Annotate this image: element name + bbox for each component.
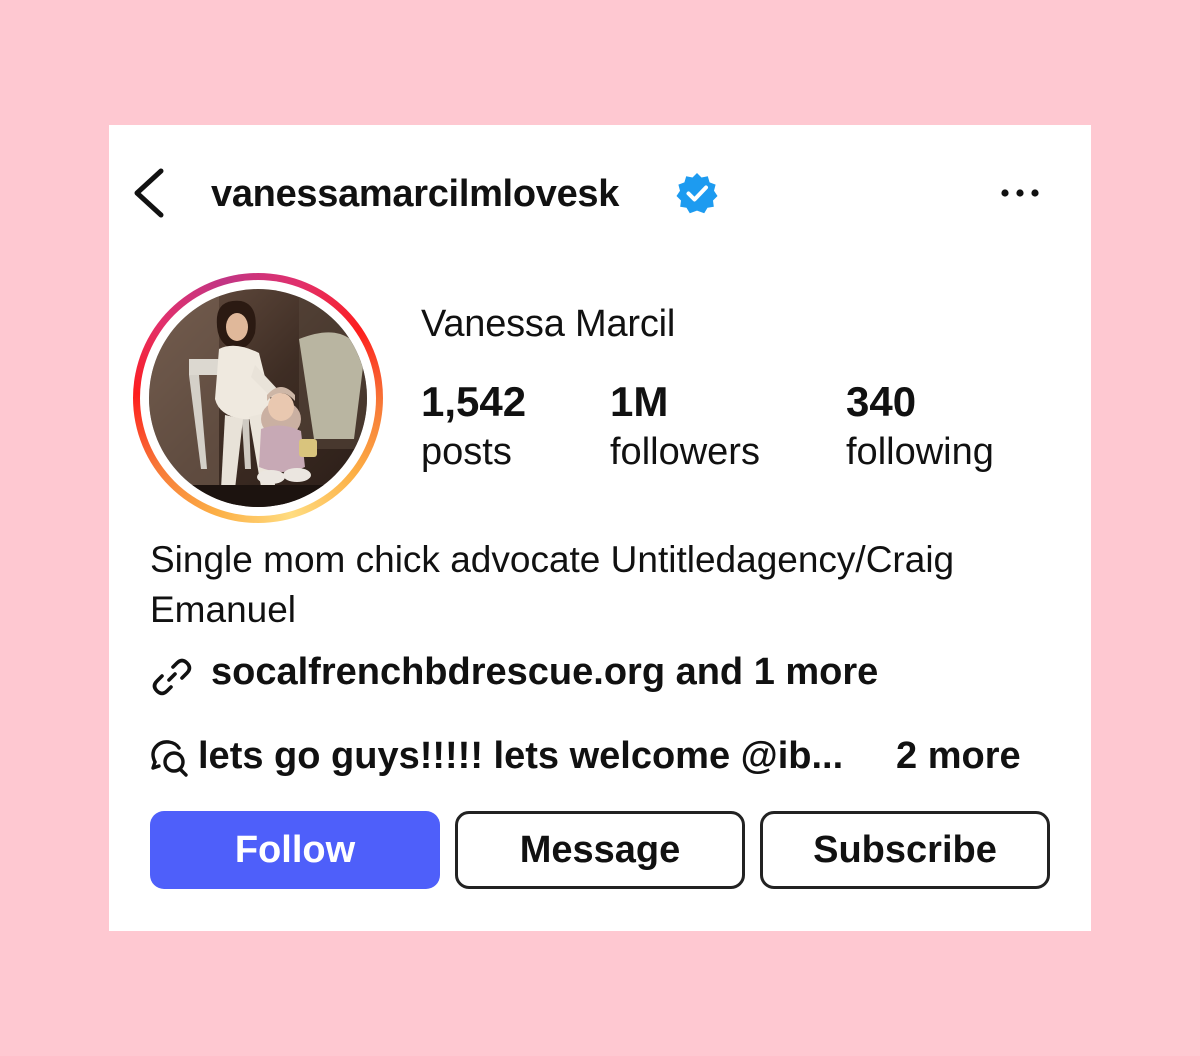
link-icon: [152, 658, 192, 696]
threads-more[interactable]: 2 more: [896, 731, 1021, 781]
display-name: Vanessa Marcil: [421, 303, 676, 345]
followers-count: 1M: [610, 378, 669, 425]
story-ring[interactable]: [133, 273, 383, 523]
verified-badge-icon: [676, 173, 718, 214]
following-label: following: [846, 431, 994, 473]
chevron-left-icon[interactable]: [129, 167, 169, 219]
follow-button[interactable]: Follow: [150, 811, 440, 889]
link-text[interactable]: socalfrenchbdrescue.org and 1 more: [211, 647, 878, 697]
profile-card: vanessamarcilmlovesk Vanessa Marcil 1,54…: [109, 125, 1091, 931]
profile-bio: Single mom chick advocate Untitledagency…: [150, 539, 955, 630]
following-stat[interactable]: 340 following: [846, 377, 994, 477]
profile-username: vanessamarcilmlovesk: [211, 173, 620, 215]
subscribe-button[interactable]: Subscribe: [760, 811, 1050, 889]
posts-count: 1,542: [421, 378, 527, 425]
posts-stat[interactable]: 1,542 posts: [421, 377, 526, 477]
threads-icon: [151, 740, 188, 777]
following-count: 340: [846, 378, 917, 425]
threads-text: lets go guys!!!!! lets welcome @ib...: [198, 735, 844, 777]
followers-label: followers: [610, 431, 760, 473]
followers-stat[interactable]: 1M followers: [610, 377, 760, 477]
avatar-photo: [149, 289, 367, 507]
message-button[interactable]: Message: [455, 811, 745, 889]
posts-label: posts: [421, 431, 512, 473]
more-horizontal-icon[interactable]: [997, 181, 1043, 205]
avatar[interactable]: [149, 289, 367, 507]
